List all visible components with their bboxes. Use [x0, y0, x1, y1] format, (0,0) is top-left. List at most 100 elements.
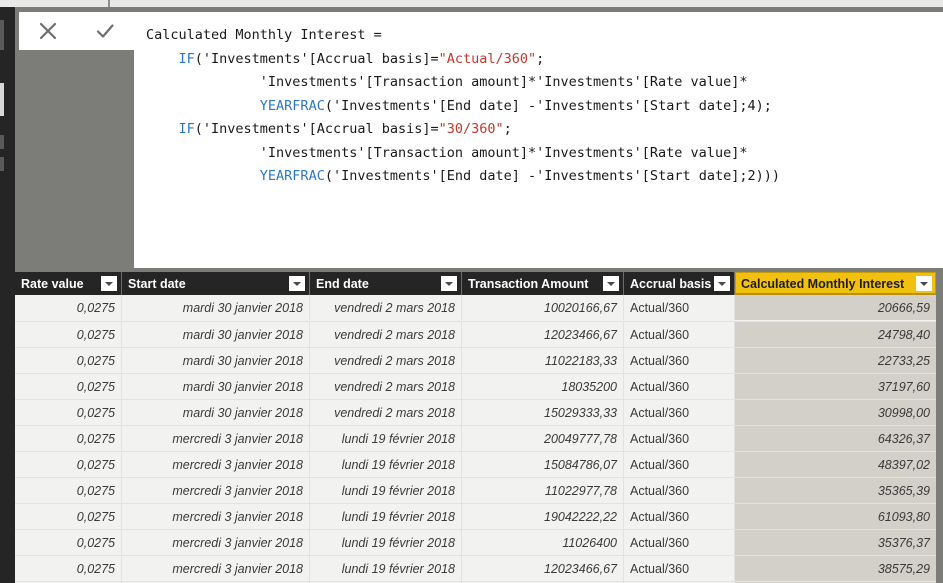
cell-start-date[interactable]: mercredi 3 janvier 2018 — [122, 452, 310, 477]
cell-accrual-basis[interactable]: Actual/360 — [624, 556, 735, 581]
column-header-end-date[interactable]: End date — [310, 272, 462, 295]
chevron-down-icon[interactable] — [714, 276, 730, 291]
cell-calculated-monthly-interest[interactable]: 37197,60 — [735, 374, 936, 399]
cell-accrual-basis[interactable]: Actual/360 — [624, 530, 735, 555]
cell-accrual-basis[interactable]: Actual/360 — [624, 348, 735, 373]
table-row[interactable]: 0,0275mercredi 3 janvier 2018lundi 19 fé… — [15, 425, 936, 451]
cell-calculated-monthly-interest[interactable]: 64326,37 — [735, 426, 936, 451]
cell-end-date[interactable]: lundi 19 février 2018 — [310, 452, 462, 477]
cell-calculated-monthly-interest[interactable]: 20666,59 — [735, 295, 936, 320]
chevron-down-icon[interactable] — [603, 276, 619, 291]
formula-token-plain: Calculated Monthly Interest = — [146, 27, 382, 43]
table-row[interactable]: 0,0275 mardi 30 janvier 2018 vendredi 2 ma… — [15, 399, 936, 425]
cell-end-date[interactable]: lundi 19 février 2018 — [310, 530, 462, 555]
cell-rate-value[interactable]: 0,0275 — [15, 374, 122, 399]
rail-indicator-1[interactable] — [0, 20, 4, 50]
cell-rate-value[interactable]: 0,0275 — [15, 504, 122, 529]
cell-end-date[interactable]: lundi 19 février 2018 — [310, 478, 462, 503]
cell-calculated-monthly-interest[interactable]: 24798,40 — [735, 322, 936, 347]
cell-accrual-basis[interactable]: Actual/360 — [624, 504, 735, 529]
column-header-start-date[interactable]: Start date — [122, 272, 310, 295]
table-row[interactable]: 0,0275 mardi 30 janvier 2018 vendredi 2 ma… — [15, 347, 936, 373]
cell-transaction-amount[interactable]: 12023466,67 — [462, 556, 624, 581]
cell-rate-value[interactable]: 0,0275 — [15, 348, 122, 373]
cell-transaction-amount[interactable]: 19042222,22 — [462, 504, 624, 529]
cell-transaction-amount[interactable]: 11022977,78 — [462, 478, 624, 503]
table-row[interactable]: 0,0275 mardi 30 janvier 2018 vendredi 2 ma… — [15, 373, 936, 399]
cell-rate-value[interactable]: 0,0275 — [15, 478, 122, 503]
cell-transaction-amount[interactable]: 12023466,67 — [462, 322, 624, 347]
cell-start-date[interactable]: mercredi 3 janvier 2018 — [122, 530, 310, 555]
cell-start-date[interactable]: mardi 30 janvier 2018 — [122, 374, 310, 399]
cell-transaction-amount[interactable]: 11022183,33 — [462, 348, 624, 373]
cell-start-date[interactable]: mardi 30 janvier 2018 — [122, 348, 310, 373]
cell-end-date[interactable]: vendredi 2 mars 2018 — [310, 322, 462, 347]
cell-calculated-monthly-interest[interactable]: 35376,37 — [735, 530, 936, 555]
cell-transaction-amount[interactable]: 11026400 — [462, 530, 624, 555]
cell-calculated-monthly-interest[interactable]: 22733,25 — [735, 348, 936, 373]
vertical-scrollbar[interactable] — [936, 272, 943, 583]
formula-token-plain: ; — [503, 121, 512, 137]
cell-rate-value[interactable]: 0,0275 — [15, 426, 122, 451]
cell-accrual-basis[interactable]: Actual/360 — [624, 426, 735, 451]
cell-accrual-basis[interactable]: Actual/360 — [624, 478, 735, 503]
column-header-transaction-amount[interactable]: Transaction Amount — [462, 272, 624, 295]
cell-end-date[interactable]: lundi 19 février 2018 — [310, 556, 462, 581]
cell-start-date[interactable]: mercredi 3 janvier 2018 — [122, 556, 310, 581]
column-header-rate-value[interactable]: Rate value — [15, 272, 122, 295]
table-row[interactable]: 0,0275mercredi 3 janvier 2018lundi 19 fé… — [15, 477, 936, 503]
cell-transaction-amount[interactable]: 15084786,07 — [462, 452, 624, 477]
cell-transaction-amount[interactable]: 15029333,33 — [462, 400, 624, 425]
table-row[interactable]: 0,0275mercredi 3 janvier 2018lundi 19 fé… — [15, 529, 936, 555]
cell-end-date[interactable]: lundi 19 février 2018 — [310, 426, 462, 451]
cell-end-date[interactable]: vendredi 2 mars 2018 — [310, 295, 462, 320]
cell-accrual-basis[interactable]: Actual/360 — [624, 295, 735, 320]
dax-formula-input[interactable]: Calculated Monthly Interest = IF('Invest… — [134, 12, 943, 268]
cell-transaction-amount[interactable]: 20049777,78 — [462, 426, 624, 451]
cell-rate-value[interactable]: 0,0275 — [15, 452, 122, 477]
cell-accrual-basis[interactable]: Actual/360 — [624, 322, 735, 347]
column-header-accrual-basis[interactable]: Accrual basis — [624, 272, 735, 295]
table-row[interactable]: 0,0275mercredi 3 janvier 2018lundi 19 fé… — [15, 451, 936, 477]
table-row[interactable]: 0,0275mercredi 3 janvier 2018lundi 19 fé… — [15, 555, 936, 581]
cell-calculated-monthly-interest[interactable]: 30998,00 — [735, 400, 936, 425]
cell-accrual-basis[interactable]: Actual/360 — [624, 374, 735, 399]
confirm-button[interactable] — [83, 13, 128, 49]
cell-start-date[interactable]: mardi 30 janvier 2018 — [122, 295, 310, 320]
cell-calculated-monthly-interest[interactable]: 48397,02 — [735, 452, 936, 477]
table-row[interactable]: 0,0275 mardi 30 janvier 2018 vendredi 2 ma… — [15, 295, 936, 321]
chevron-down-icon[interactable] — [101, 276, 117, 291]
cancel-button[interactable] — [25, 13, 70, 49]
rail-indicator-4[interactable] — [0, 157, 4, 171]
chevron-down-icon[interactable] — [289, 276, 305, 291]
cell-rate-value[interactable]: 0,0275 — [15, 400, 122, 425]
cell-start-date[interactable]: mercredi 3 janvier 2018 — [122, 504, 310, 529]
cell-calculated-monthly-interest[interactable]: 35365,39 — [735, 478, 936, 503]
cell-accrual-basis[interactable]: Actual/360 — [624, 400, 735, 425]
cell-end-date[interactable]: lundi 19 février 2018 — [310, 504, 462, 529]
chevron-down-icon[interactable] — [916, 276, 932, 291]
cell-calculated-monthly-interest[interactable]: 61093,80 — [735, 504, 936, 529]
cell-accrual-basis[interactable]: Actual/360 — [624, 452, 735, 477]
left-navigation-rail[interactable] — [0, 7, 15, 583]
rail-indicator-active[interactable] — [0, 83, 4, 116]
cell-start-date[interactable]: mardi 30 janvier 2018 — [122, 322, 310, 347]
rail-indicator-3[interactable] — [0, 135, 4, 149]
cell-rate-value[interactable]: 0,0275 — [15, 322, 122, 347]
cell-start-date[interactable]: mercredi 3 janvier 2018 — [122, 478, 310, 503]
cell-transaction-amount[interactable]: 18035200 — [462, 374, 624, 399]
cell-end-date[interactable]: vendredi 2 mars 2018 — [310, 374, 462, 399]
table-row[interactable]: 0,0275 mardi 30 janvier 2018 vendredi 2 ma… — [15, 321, 936, 347]
cell-rate-value[interactable]: 0,0275 — [15, 295, 122, 320]
cell-rate-value[interactable]: 0,0275 — [15, 530, 122, 555]
cell-end-date[interactable]: vendredi 2 mars 2018 — [310, 400, 462, 425]
cell-transaction-amount[interactable]: 10020166,67 — [462, 295, 624, 320]
cell-start-date[interactable]: mardi 30 janvier 2018 — [122, 400, 310, 425]
table-row[interactable]: 0,0275mercredi 3 janvier 2018lundi 19 fé… — [15, 503, 936, 529]
chevron-down-icon[interactable] — [441, 276, 457, 291]
column-header-calculated-monthly-interest[interactable]: Calculated Monthly Interest — [735, 272, 936, 295]
cell-start-date[interactable]: mercredi 3 janvier 2018 — [122, 426, 310, 451]
cell-rate-value[interactable]: 0,0275 — [15, 556, 122, 581]
cell-calculated-monthly-interest[interactable]: 38575,29 — [735, 556, 936, 581]
cell-end-date[interactable]: vendredi 2 mars 2018 — [310, 348, 462, 373]
